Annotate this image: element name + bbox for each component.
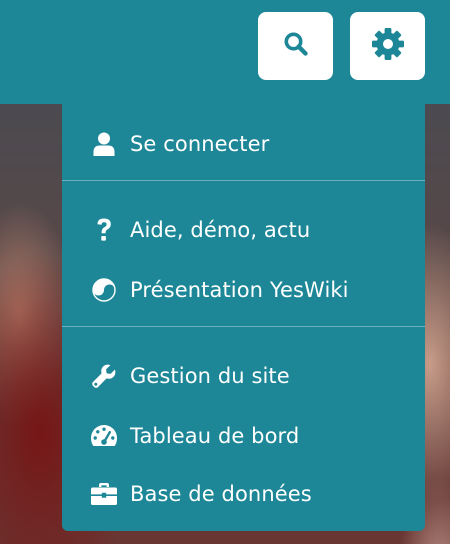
briefcase-icon [90, 480, 118, 508]
menu-item-help[interactable]: Aide, démo, actu [62, 206, 425, 254]
menu-item-label: Présentation YesWiki [130, 278, 349, 302]
gear-icon [370, 26, 406, 66]
settings-dropdown-menu: Se connecter Aide, démo, actu Présentati… [62, 100, 425, 531]
menu-item-label: Tableau de bord [130, 424, 300, 448]
menu-item-site-management[interactable]: Gestion du site [62, 352, 425, 400]
menu-item-label: Aide, démo, actu [130, 218, 311, 242]
wrench-icon [90, 362, 118, 390]
dashboard-icon [90, 422, 118, 450]
settings-button[interactable] [350, 12, 425, 80]
menu-item-presentation[interactable]: Présentation YesWiki [62, 266, 425, 314]
menu-item-label: Gestion du site [130, 364, 290, 388]
menu-item-label: Base de données [130, 482, 312, 506]
menu-item-login[interactable]: Se connecter [62, 120, 425, 168]
search-icon [283, 31, 309, 61]
menu-item-database[interactable]: Base de données [62, 470, 425, 518]
menu-divider [62, 326, 425, 327]
menu-item-dashboard[interactable]: Tableau de bord [62, 412, 425, 460]
search-button[interactable] [258, 12, 333, 80]
menu-item-label: Se connecter [130, 132, 270, 156]
menu-divider [62, 180, 425, 181]
yin-yang-icon [90, 276, 118, 304]
question-icon [90, 216, 118, 244]
top-navbar [0, 0, 450, 104]
user-icon [90, 130, 118, 158]
